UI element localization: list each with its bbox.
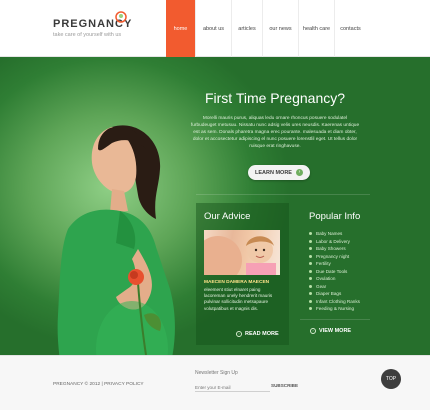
- list-item[interactable]: Fertility: [309, 260, 379, 268]
- read-more-link[interactable]: › READ MORE: [236, 331, 279, 337]
- bullet-icon: [309, 247, 312, 251]
- nav-our-news[interactable]: our news: [262, 0, 298, 57]
- list-item[interactable]: Gear: [309, 283, 379, 291]
- bullet-icon: [309, 307, 312, 311]
- list-item[interactable]: Ovulation: [309, 275, 379, 283]
- logo-tagline: take care of yourself with us: [53, 32, 122, 38]
- advice-body: eleement stiut elnaret paing lacoreman u…: [204, 287, 273, 311]
- advice-image: [204, 230, 280, 275]
- bullet-icon: [309, 284, 312, 288]
- nav-health-care[interactable]: health care: [298, 0, 334, 57]
- view-more-link[interactable]: › VIEW MORE: [310, 328, 351, 334]
- bullet-icon: [309, 262, 312, 266]
- logo-mark-icon: [115, 11, 127, 23]
- hero-banner: First Time Pregnancy? Morelli mauris pur…: [0, 57, 430, 410]
- list-item[interactable]: Diaper Bags: [309, 290, 379, 298]
- list-item[interactable]: Baby Names: [309, 230, 379, 238]
- learn-more-button[interactable]: LEARN MORE ›: [248, 165, 310, 180]
- arrow-right-icon: ›: [295, 169, 303, 176]
- nav-articles[interactable]: articles: [231, 0, 262, 57]
- email-field[interactable]: [195, 383, 270, 392]
- subscribe-button[interactable]: SUBSCRIBE: [271, 383, 298, 388]
- bullet-icon: [309, 239, 312, 243]
- nav-home[interactable]: home: [166, 0, 195, 57]
- hero-description: Morelli mauris purus, aliquas ledu ornar…: [190, 116, 360, 149]
- bullet-icon: [309, 232, 312, 236]
- advice-panel: Our Advice MAECEN DAMERA MAECEN eleement…: [196, 203, 289, 345]
- site-footer: PREGNANCY © 2012 | PRIVACY POLICY Newsle…: [0, 355, 430, 410]
- main-nav: home about us articles our news health c…: [166, 0, 366, 57]
- advice-subtitle: MAECEN DAMERA MAECEN: [204, 280, 270, 285]
- nav-contacts[interactable]: contacts: [334, 0, 366, 57]
- list-item[interactable]: Labor & Delivery: [309, 238, 379, 246]
- list-item[interactable]: Feeding & Nursing: [309, 305, 379, 313]
- bullet-icon: [309, 277, 312, 281]
- copyright-text[interactable]: PREGNANCY © 2012 | PRIVACY POLICY: [53, 382, 144, 387]
- list-item[interactable]: Pregnancy night: [309, 253, 379, 261]
- newsletter-label: Newsletter Sign Up: [195, 370, 238, 376]
- list-item[interactable]: Due Date Tools: [309, 268, 379, 276]
- list-item[interactable]: Infant Clothing Ranks: [309, 298, 379, 306]
- bullet-icon: [309, 299, 312, 303]
- arrow-right-icon: ›: [236, 331, 242, 337]
- view-more-label: VIEW MORE: [319, 328, 352, 334]
- nav-about-us[interactable]: about us: [195, 0, 231, 57]
- popular-divider: [300, 319, 370, 320]
- bullet-icon: [309, 292, 312, 296]
- read-more-label: READ MORE: [245, 331, 279, 337]
- list-item[interactable]: Baby Showers: [309, 245, 379, 253]
- bullet-icon: [309, 254, 312, 258]
- site-header: PREGNANCY take care of yourself with us …: [0, 0, 430, 57]
- learn-more-label: LEARN MORE: [255, 169, 292, 176]
- advice-title: Our Advice: [204, 211, 251, 222]
- hero-title: First Time Pregnancy?: [204, 90, 346, 106]
- hero-divider: [196, 194, 370, 195]
- arrow-right-icon: ›: [310, 328, 316, 334]
- popular-info-list: Baby Names Labor & Delivery Baby Showers…: [309, 230, 379, 313]
- back-to-top-button[interactable]: TOP: [381, 369, 401, 389]
- bullet-icon: [309, 269, 312, 273]
- popular-info-title: Popular Info: [309, 211, 361, 222]
